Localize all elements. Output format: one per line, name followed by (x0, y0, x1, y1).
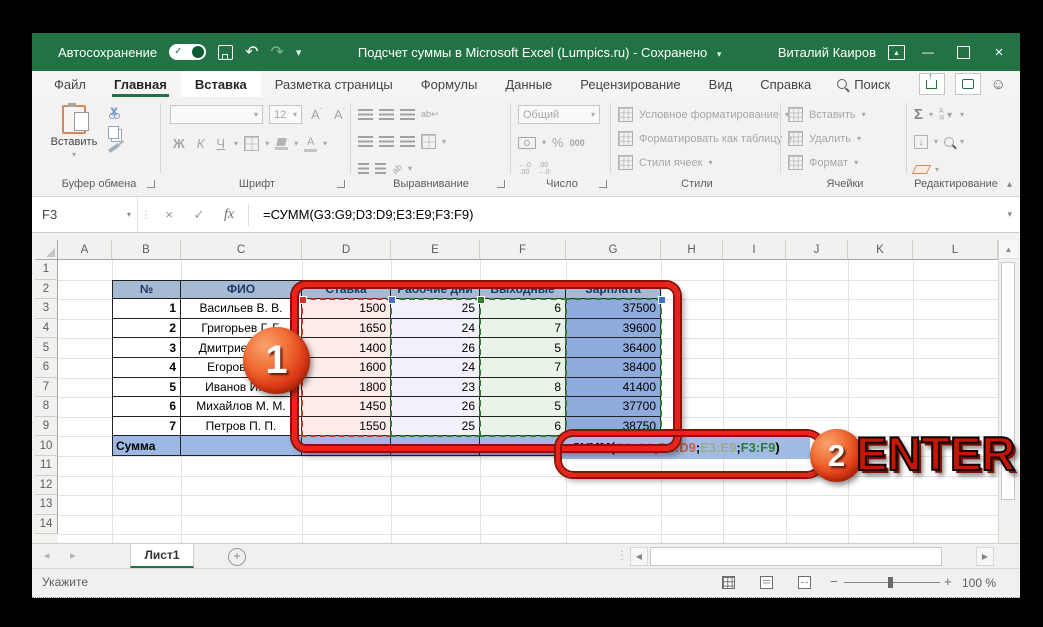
column-header-A[interactable]: A (58, 240, 112, 260)
zoom-out-button[interactable]: − (830, 574, 838, 589)
new-sheet-button[interactable]: + (228, 548, 246, 566)
normal-view-icon[interactable] (722, 576, 735, 589)
cell[interactable]: 2 (112, 318, 181, 339)
page-layout-view-icon[interactable] (760, 576, 773, 589)
annotation-enter-label: ENTER (855, 426, 1016, 481)
sheet-tab-bar: ◂ ▸ Лист1 + ⋮ ◀ ▶ (32, 543, 1020, 568)
zoom-level: 100 % (962, 576, 997, 590)
gridline-horizontal (58, 534, 998, 536)
select-all-corner[interactable] (35, 240, 58, 260)
row-header-7[interactable]: 7 (35, 377, 58, 398)
row-header-4[interactable]: 4 (35, 318, 58, 339)
step-1-number: 1 (265, 338, 288, 382)
cell[interactable]: 3 (112, 338, 181, 358)
table-header: ФИО (181, 279, 302, 300)
cell-sum-label[interactable]: Сумма (112, 436, 181, 456)
gridline-vertical (723, 260, 724, 543)
cell[interactable]: Васильев В. В. (181, 299, 302, 319)
row-header-11[interactable]: 11 (35, 456, 58, 476)
scroll-right-arrow-icon[interactable]: ▶ (976, 547, 994, 566)
column-header-B[interactable]: B (112, 240, 181, 260)
sheet-nav-right-icon[interactable]: ▸ (70, 549, 76, 562)
vertical-scrollbar[interactable]: ▲ (998, 240, 1018, 543)
row-header-5[interactable]: 5 (35, 338, 58, 358)
cell[interactable]: 1 (112, 299, 181, 319)
cell[interactable]: 6 (112, 397, 181, 417)
column-header-D[interactable]: D (302, 240, 391, 260)
cell[interactable] (181, 436, 302, 456)
row-header-14[interactable]: 14 (35, 514, 58, 535)
status-bar: Укажите − + 100 % (32, 568, 1020, 596)
cell[interactable]: 4 (112, 358, 181, 378)
gridline-horizontal (58, 514, 998, 516)
tab-scroll-splitter[interactable]: ⋮ (616, 548, 628, 562)
gridline-horizontal (58, 495, 998, 497)
row-header-12[interactable]: 12 (35, 475, 58, 496)
annotation-highlight-box-data-range (292, 282, 680, 451)
zoom-in-button[interactable]: + (944, 574, 952, 589)
column-header-E[interactable]: E (391, 240, 480, 260)
status-mode-text: Укажите (42, 575, 89, 589)
row-header-9[interactable]: 9 (35, 416, 58, 437)
cell[interactable]: 7 (112, 416, 181, 437)
row-header-13[interactable]: 13 (35, 495, 58, 515)
row-header-2[interactable]: 2 (35, 279, 58, 300)
step-2-number: 2 (827, 437, 846, 473)
sheet-tab-active[interactable]: Лист1 (130, 544, 194, 568)
zoom-slider-thumb[interactable] (888, 577, 893, 588)
gridline-vertical (786, 260, 787, 543)
row-header-6[interactable]: 6 (35, 358, 58, 378)
column-header-C[interactable]: C (181, 240, 302, 260)
row-header-10[interactable]: 10 (35, 436, 58, 456)
scroll-left-arrow-icon[interactable]: ◀ (630, 547, 648, 566)
column-header-L[interactable]: L (913, 240, 998, 260)
sheet-nav-left-icon[interactable]: ◂ (44, 549, 50, 562)
horizontal-scrollbar-thumb[interactable] (650, 547, 942, 566)
cell[interactable]: Петров П. П. (181, 416, 302, 437)
column-header-K[interactable]: K (848, 240, 913, 260)
column-header-I[interactable]: I (723, 240, 786, 260)
column-header-J[interactable]: J (786, 240, 848, 260)
annotation-highlight-box-formula (556, 431, 824, 477)
cell[interactable]: Михайлов М. М. (181, 397, 302, 417)
cell[interactable]: 5 (112, 377, 181, 398)
row-header-3[interactable]: 3 (35, 299, 58, 319)
screenshot-root: Автосохранение ✓ ↶ ↷ ▾ Подсчет суммы в M… (0, 0, 1043, 627)
gridline-vertical (913, 260, 914, 543)
column-header-F[interactable]: F (480, 240, 566, 260)
table-header: № (112, 279, 181, 300)
gridline-vertical (848, 260, 849, 543)
page-break-preview-icon[interactable] (798, 576, 811, 589)
annotation-step-1-badge: 1 (243, 327, 310, 394)
row-header-1[interactable]: 1 (35, 260, 58, 280)
row-header-8[interactable]: 8 (35, 397, 58, 417)
scroll-up-arrow-icon[interactable]: ▲ (999, 240, 1018, 259)
column-header-G[interactable]: G (566, 240, 661, 260)
column-header-H[interactable]: H (661, 240, 723, 260)
